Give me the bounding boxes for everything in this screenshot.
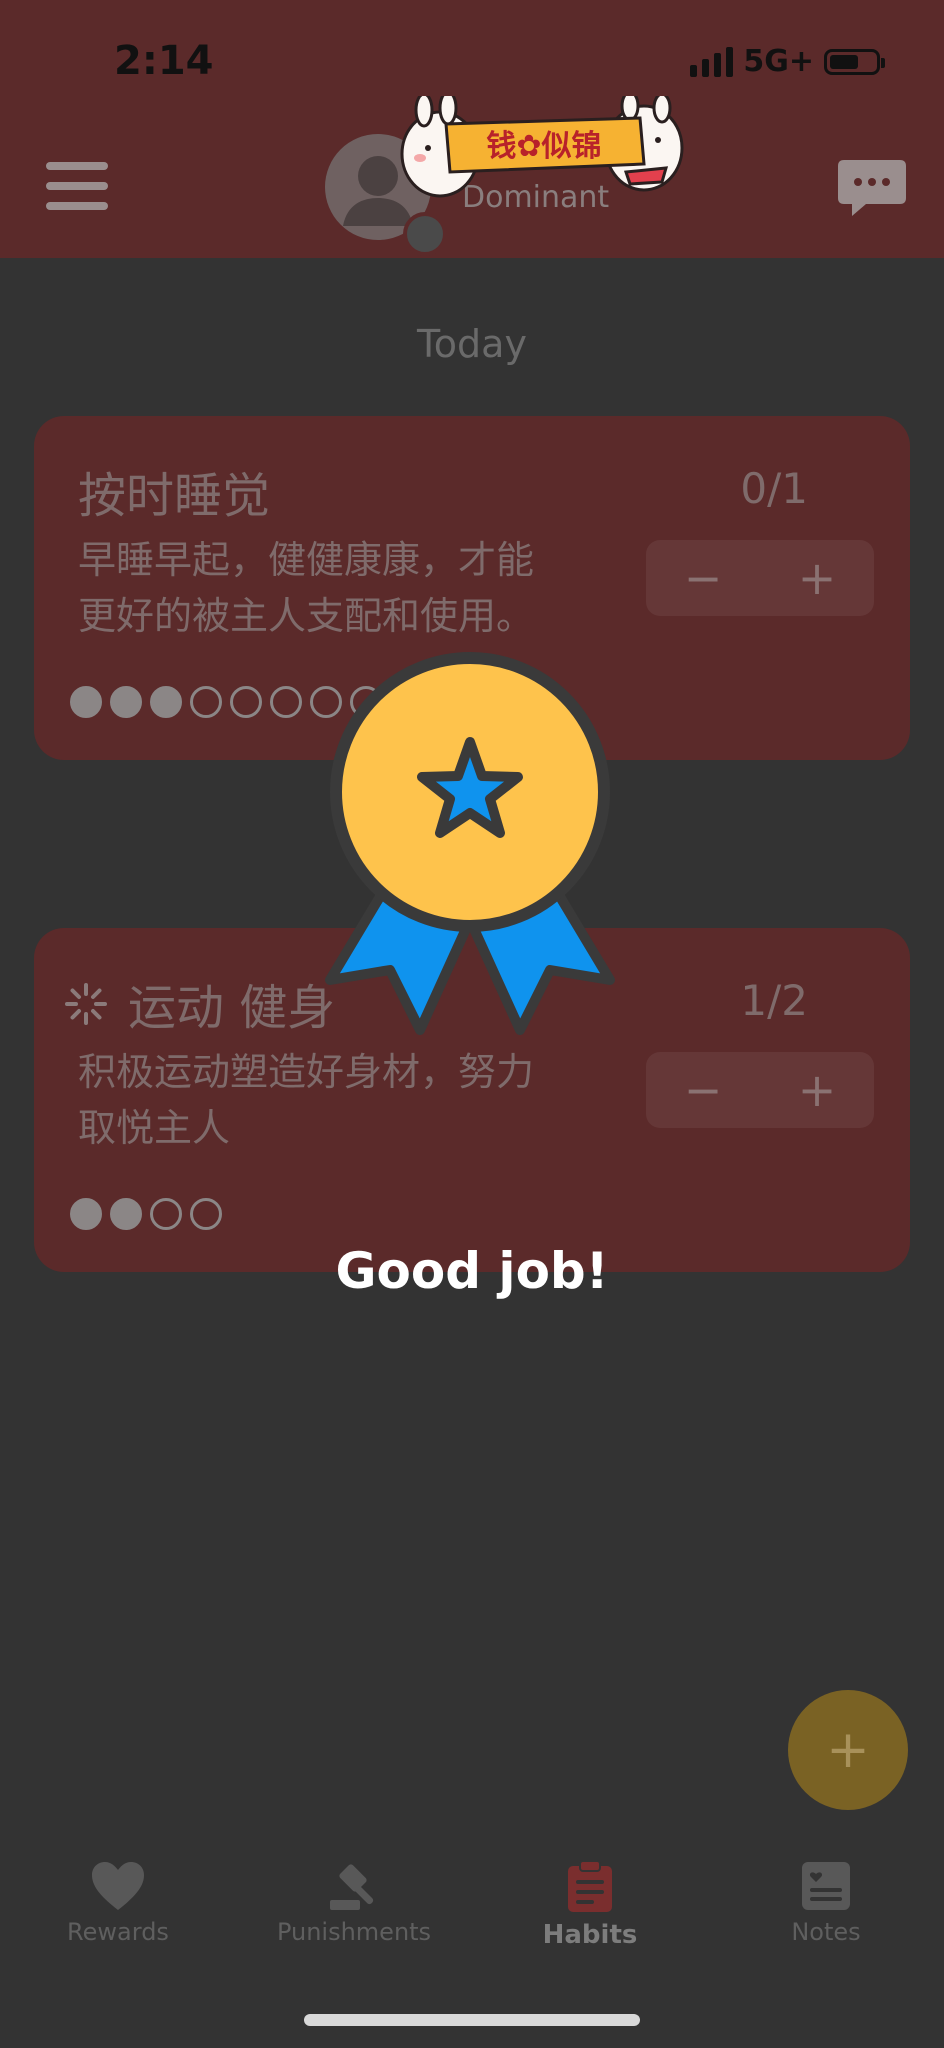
bottom-navigation: Rewards Punishments Habits Notes	[0, 1840, 944, 1960]
habit-stepper: − +	[646, 1052, 874, 1128]
clipboard-icon	[568, 1860, 612, 1912]
habit-title: 运动 健身	[128, 980, 336, 1036]
status-time: 2:14	[114, 38, 214, 84]
home-indicator	[304, 2014, 640, 2026]
habit-description-line: 早睡早起，健健康康，才能	[78, 538, 535, 582]
progress-dot-filled	[110, 686, 142, 718]
gavel-icon	[330, 1864, 374, 1910]
chat-icon[interactable]	[836, 156, 908, 220]
nav-item-rewards[interactable]: Rewards	[0, 1840, 236, 1960]
habit-count: 1/2	[740, 976, 808, 1025]
network-type: 5G+	[743, 44, 814, 79]
nav-label: Habits	[542, 1920, 638, 1950]
habit-title: 按时睡觉	[78, 468, 271, 524]
progress-dot-empty	[230, 686, 262, 718]
menu-button[interactable]	[46, 162, 108, 210]
decrement-button[interactable]: −	[646, 540, 760, 616]
progress-dots	[70, 1198, 222, 1230]
section-title: Today	[417, 322, 527, 366]
nav-item-punishments[interactable]: Punishments	[236, 1840, 472, 1960]
heart-icon	[92, 1862, 144, 1910]
good-job-message: Good job!	[335, 1242, 609, 1300]
add-habit-button[interactable]: +	[788, 1690, 908, 1810]
progress-dot-filled	[110, 1198, 142, 1230]
signal-icon	[690, 46, 734, 77]
habit-description-line: 更好的被主人支配和使用。	[78, 594, 535, 638]
progress-dot-empty	[190, 686, 222, 718]
decrement-button[interactable]: −	[646, 1052, 760, 1128]
progress-dot-filled	[150, 686, 182, 718]
nav-item-notes[interactable]: Notes	[708, 1840, 944, 1960]
progress-dot-filled	[70, 686, 102, 718]
avatar-status-dot	[403, 212, 447, 256]
increment-button[interactable]: +	[760, 540, 874, 616]
habit-count: 0/1	[740, 464, 808, 513]
progress-dot-empty	[270, 686, 302, 718]
habit-description-line: 积极运动塑造好身材，努力	[78, 1050, 535, 1094]
loading-spinner-icon	[65, 983, 107, 1025]
note-icon	[802, 1862, 850, 1910]
bunny-banner-sticker: 钱✿似锦	[400, 96, 684, 198]
medal-icon	[325, 652, 615, 1035]
habit-description: 积极运动塑造好身材，努力 取悦主人	[78, 1044, 598, 1156]
nav-label: Notes	[791, 1918, 861, 1946]
sticker-text: 钱✿似锦	[486, 129, 601, 164]
increment-button[interactable]: +	[760, 1052, 874, 1128]
progress-dot-filled	[70, 1198, 102, 1230]
nav-label: Rewards	[67, 1918, 169, 1946]
status-indicators: 5G+	[690, 44, 885, 79]
habit-description-line: 取悦主人	[78, 1106, 231, 1150]
habit-stepper: − +	[646, 540, 874, 616]
habit-description: 早睡早起，健健康康，才能 更好的被主人支配和使用。	[78, 532, 598, 644]
nav-item-habits[interactable]: Habits	[472, 1840, 708, 1960]
progress-dot-empty	[150, 1198, 182, 1230]
nav-label: Punishments	[276, 1918, 432, 1946]
battery-icon	[824, 48, 885, 75]
progress-dot-empty	[190, 1198, 222, 1230]
header-bar: 2:14 5G+ Dominant 钱✿似锦	[0, 0, 944, 258]
